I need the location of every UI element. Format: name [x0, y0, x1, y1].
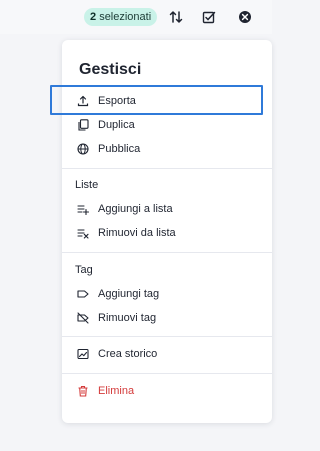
menu-item-add-tag[interactable]: Aggiungi tag: [62, 282, 272, 306]
divider: [62, 373, 272, 374]
section-tags-heading: Tag: [75, 264, 93, 276]
close-icon[interactable]: [236, 8, 254, 26]
menu-item-add-to-list[interactable]: Aggiungi a lista: [62, 197, 272, 221]
playlist-add-icon: [75, 201, 91, 217]
menu-item-create-history[interactable]: Crea storico: [62, 342, 272, 366]
top-bar: 2 selezionati: [0, 0, 272, 34]
menu-item-duplicate[interactable]: Duplica: [62, 113, 272, 137]
divider: [62, 252, 272, 253]
menu-item-label: Rimuovi da lista: [98, 227, 176, 239]
selection-count-badge: 2 selezionati: [84, 8, 158, 26]
menu-item-publish[interactable]: Pubblica: [62, 137, 272, 161]
sort-icon[interactable]: [167, 8, 185, 26]
menu-item-delete[interactable]: Elimina: [62, 379, 272, 403]
tag-icon: [75, 286, 91, 302]
tag-off-icon: [75, 310, 91, 326]
globe-icon: [75, 141, 91, 157]
menu-item-label: Duplica: [98, 119, 135, 131]
menu-item-label: Elimina: [98, 385, 135, 397]
menu-item-label: Aggiungi tag: [98, 288, 160, 300]
menu-title: Gestisci: [79, 61, 142, 78]
divider: [62, 336, 272, 337]
chart-image-icon: [75, 346, 91, 362]
playlist-remove-icon: [75, 225, 91, 241]
menu-item-label: Crea storico: [98, 348, 158, 360]
selection-label: selezionati: [99, 11, 152, 23]
menu-item-remove-from-list[interactable]: Rimuovi da lista: [62, 221, 272, 245]
trash-icon: [75, 383, 91, 399]
selection-count: 2: [90, 11, 97, 23]
focus-highlight: [50, 85, 263, 115]
menu-item-remove-tag[interactable]: Rimuovi tag: [62, 306, 272, 330]
menu-item-label: Rimuovi tag: [98, 312, 157, 324]
menu-item-label: Pubblica: [98, 143, 141, 155]
divider: [62, 168, 272, 169]
checklist-icon[interactable]: [200, 8, 218, 26]
duplicate-icon: [75, 117, 91, 133]
section-lists-heading: Liste: [75, 179, 99, 191]
menu-item-label: Aggiungi a lista: [98, 203, 173, 215]
